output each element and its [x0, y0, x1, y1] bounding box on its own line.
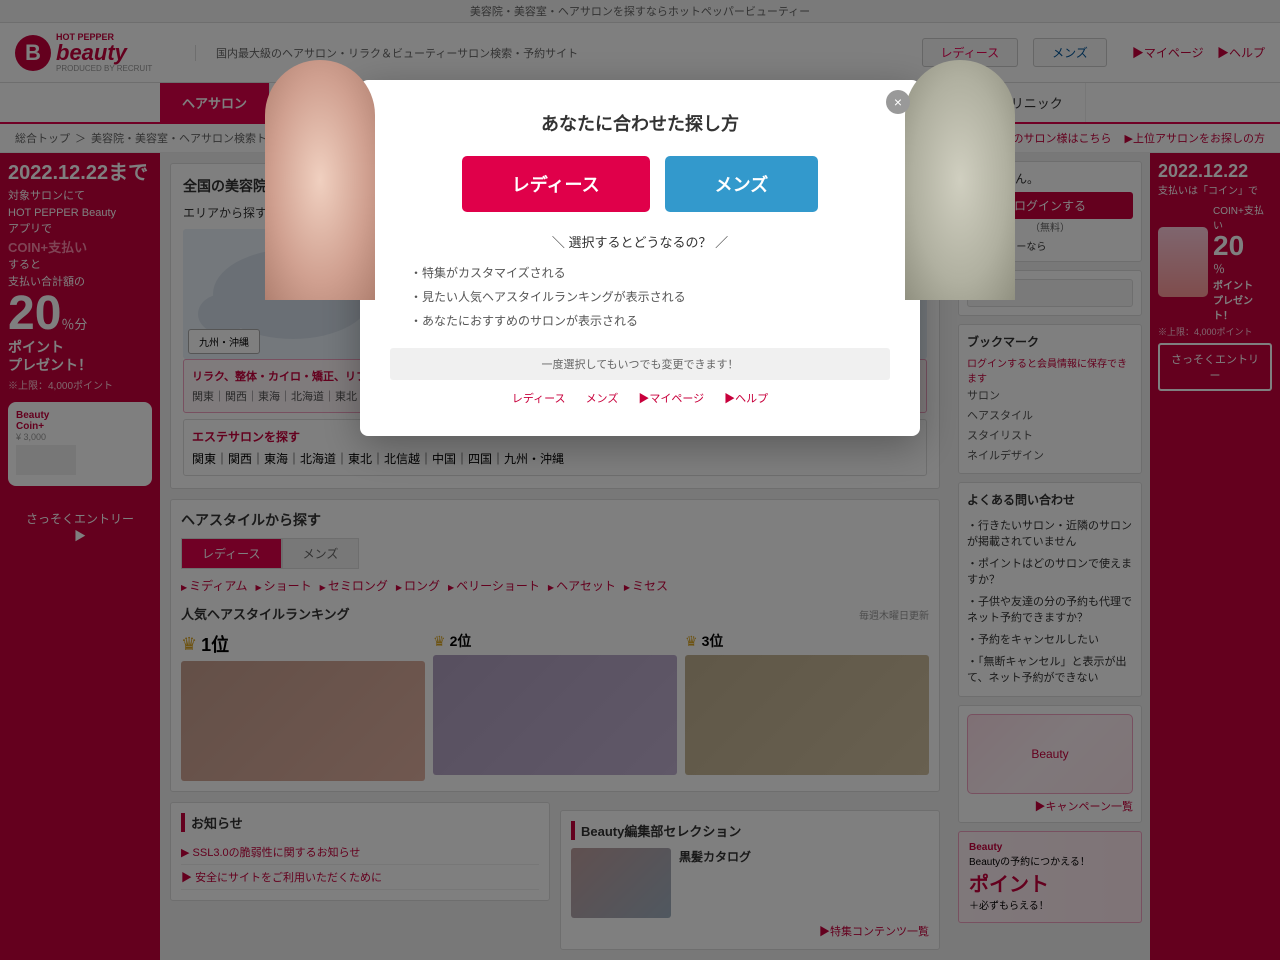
modal-caption-text: 選択するとどうなるの？ — [568, 235, 711, 250]
modal-benefit-2: 見たい人気ヘアスタイルランキングが表示される — [410, 285, 870, 309]
modal-benefits: 特集がカスタマイズされる 見たい人気ヘアスタイルランキングが表示される あなたに… — [390, 261, 890, 333]
modal-change-note: 一度選択してもいつでも変更できます！ — [390, 348, 890, 380]
modal-dialog: × あなたに合わせた探し方 レディース メンズ ＼ 選択するとどうなるの？ ／ … — [360, 80, 920, 436]
modal-benefit-1: 特集がカスタマイズされる — [410, 261, 870, 285]
modal-title: あなたに合わせた探し方 — [390, 110, 890, 136]
modal-caption: ＼ 選択するとどうなるの？ ／ — [390, 232, 890, 251]
modal-ladies-button[interactable]: レディース — [462, 156, 650, 212]
modal-footer-links: レディース メンズ ▶マイページ ▶ヘルプ — [390, 390, 890, 406]
modal-footer-mens[interactable]: メンズ — [586, 390, 619, 406]
modal-footer-ladies[interactable]: レディース — [512, 390, 566, 406]
modal-overlay[interactable]: × あなたに合わせた探し方 レディース メンズ ＼ 選択するとどうなるの？ ／ … — [0, 0, 1280, 960]
modal-footer-mypage[interactable]: ▶マイページ — [638, 390, 704, 406]
modal-photo-right — [905, 60, 1015, 300]
modal-footer-help[interactable]: ▶ヘルプ — [724, 390, 768, 406]
modal-mens-button[interactable]: メンズ — [665, 156, 819, 212]
modal-benefit-3: あなたにおすすめのサロンが表示される — [410, 309, 870, 333]
modal-photo-left — [265, 60, 375, 300]
modal-gender-buttons: レディース メンズ — [390, 156, 890, 212]
modal-close-button[interactable]: × — [886, 90, 910, 114]
close-icon: × — [894, 94, 902, 110]
